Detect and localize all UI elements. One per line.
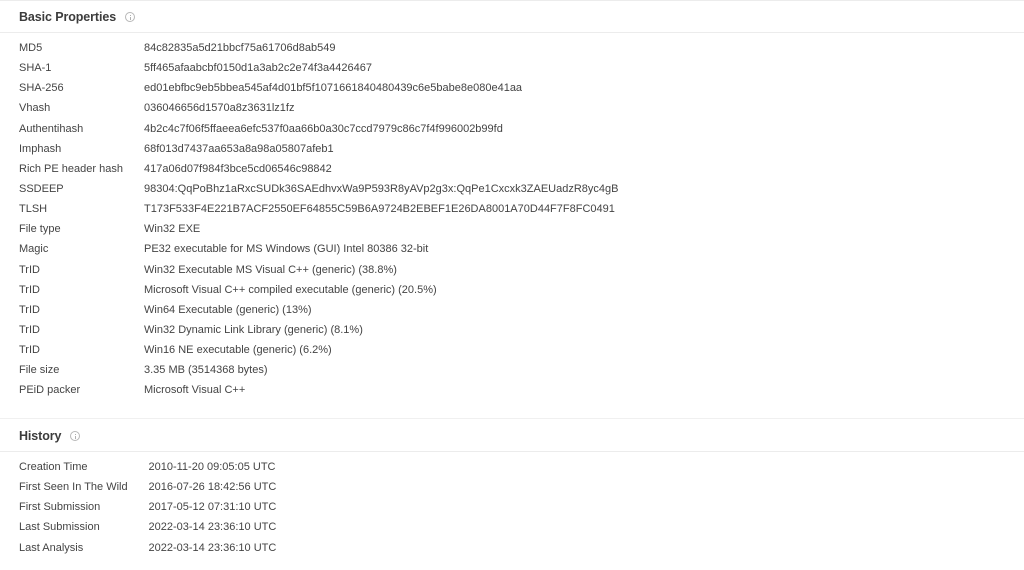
property-label: TrID xyxy=(19,303,40,316)
property-value: Win16 NE executable (generic) (6.2%) xyxy=(144,344,332,357)
property-value: 036046656d1570a8z3631lz1fz xyxy=(144,102,295,115)
property-label: SHA-256 xyxy=(19,82,64,95)
property-label: PEiD packer xyxy=(19,384,81,397)
property-value: ed01ebfbc9eb5bbea545af4d01bf5f1071661840… xyxy=(144,82,523,95)
property-label: Imphash xyxy=(19,142,62,155)
property-value: 84c82835a5d21bbcf75a61706d8ab549 xyxy=(144,42,336,55)
basic-properties-list: MD5 84c82835a5d21bbcf75a61706d8ab549 SHA-1… xyxy=(19,38,618,401)
property-row: First Submission 2017-05-12 07:31:10 UTC xyxy=(19,497,276,517)
property-row: TrID Win64 Executable (generic) (13%) xyxy=(19,300,618,320)
property-row: TrID Win16 NE executable (generic) (6.2%) xyxy=(19,340,618,360)
info-icon[interactable] xyxy=(70,431,81,441)
property-row: SSDEEP 98304:QqPoBhz1aRxcSUDk36SAEdhvxWa9… xyxy=(19,179,618,199)
property-label: SHA-1 xyxy=(19,62,52,75)
property-label: TrID xyxy=(19,283,40,296)
property-value: Win32 Executable MS Visual C++ (generic)… xyxy=(144,263,397,276)
property-row: MD5 84c82835a5d21bbcf75a61706d8ab549 xyxy=(19,38,618,58)
property-value: Win64 Executable (generic) (13%) xyxy=(144,303,312,316)
property-value: 2017-05-12 07:31:10 UTC xyxy=(148,501,277,514)
property-label: SSDEEP xyxy=(19,183,64,196)
property-label: Rich PE header hash xyxy=(19,162,123,175)
property-value: 5ff465afaabcbf0150d1a3ab2c2e74f3a4426467 xyxy=(144,62,372,75)
property-row: Vhash 036046656d1570a8z3631lz1fz xyxy=(19,98,618,118)
property-value: 4b2c4c7f06f5ffaeea6efc537f0aa66b0a30c7cc… xyxy=(144,122,503,135)
property-label: File size xyxy=(19,364,60,377)
info-icon[interactable] xyxy=(125,12,136,22)
property-row: Authentihash 4b2c4c7f06f5ffaeea6efc537f0a… xyxy=(19,119,618,139)
basic-properties-header: Basic Properties xyxy=(0,1,1024,33)
property-label: File type xyxy=(19,223,61,236)
property-label: Creation Time xyxy=(19,461,88,474)
property-label: Vhash xyxy=(19,102,51,115)
history-header: History xyxy=(0,420,1024,452)
property-row: First Seen In The Wild 2016-07-26 18:42:5… xyxy=(19,477,276,497)
property-value: Win32 EXE xyxy=(144,223,201,236)
property-label: First Seen In The Wild xyxy=(19,481,128,494)
property-value: 3.35 MB (3514368 bytes) xyxy=(144,364,268,377)
property-row: File type Win32 EXE xyxy=(19,219,618,239)
property-value: Microsoft Visual C++ compiled executable… xyxy=(144,283,437,296)
property-value: 2010-11-20 09:05:05 UTC xyxy=(148,461,276,474)
property-value: 68f013d7437aa653a8a98a05807afeb1 xyxy=(144,142,334,155)
basic-properties-title: Basic Properties xyxy=(19,9,117,24)
property-value: T173F533F4E221B7ACF2550EF64855C59B6A9724… xyxy=(144,203,615,216)
property-row: Last Submission 2022-03-14 23:36:10 UTC xyxy=(19,517,276,537)
property-row: Creation Time 2010-11-20 09:05:05 UTC xyxy=(19,457,276,477)
property-label: TLSH xyxy=(19,203,48,216)
property-value: 2016-07-26 18:42:56 UTC xyxy=(148,481,277,494)
property-row: Rich PE header hash 417a06d07f984f3bce5cd… xyxy=(19,159,618,179)
property-label: First Submission xyxy=(19,501,101,514)
property-label: TrID xyxy=(19,263,40,276)
section-divider xyxy=(0,418,1024,419)
history-list: Creation Time 2010-11-20 09:05:05 UTC Firs… xyxy=(19,457,276,558)
property-label: Magic xyxy=(19,243,49,256)
property-label: Last Analysis xyxy=(19,541,84,554)
property-label: TrID xyxy=(19,324,40,337)
property-value: Win32 Dynamic Link Library (generic) (8.… xyxy=(144,324,363,337)
property-label: Last Submission xyxy=(19,521,100,534)
property-value: 2022-03-14 23:36:10 UTC xyxy=(148,521,277,534)
property-value: PE32 executable for MS Windows (GUI) Int… xyxy=(144,243,429,256)
property-row: Imphash 68f013d7437aa653a8a98a05807afeb1 xyxy=(19,139,618,159)
property-row: TLSH T173F533F4E221B7ACF2550EF64855C59B6A… xyxy=(19,199,618,219)
property-row: Magic PE32 executable for MS Windows (GUI… xyxy=(19,239,618,259)
property-label: TrID xyxy=(19,344,40,357)
property-row: TrID Microsoft Visual C++ compiled execut… xyxy=(19,280,618,300)
property-row: TrID Win32 Dynamic Link Library (generic)… xyxy=(19,320,618,340)
property-label: MD5 xyxy=(19,42,43,55)
property-value: 417a06d07f984f3bce5cd06546c98842 xyxy=(144,162,332,175)
property-row: SHA-256 ed01ebfbc9eb5bbea545af4d01bf5f107… xyxy=(19,78,618,98)
property-value: 2022-03-14 23:36:10 UTC xyxy=(148,541,277,554)
property-value: Microsoft Visual C++ xyxy=(144,384,246,397)
property-row: SHA-1 5ff465afaabcbf0150d1a3ab2c2e74f3a44… xyxy=(19,58,618,78)
property-row: TrID Win32 Executable MS Visual C++ (gene… xyxy=(19,260,618,280)
property-row: PEiD packer Microsoft Visual C++ xyxy=(19,380,618,400)
property-label: Authentihash xyxy=(19,122,84,135)
history-title: History xyxy=(19,428,62,443)
property-value: 98304:QqPoBhz1aRxcSUDk36SAEdhvxWa9P593R8… xyxy=(144,183,619,196)
property-row: Last Analysis 2022-03-14 23:36:10 UTC xyxy=(19,538,276,558)
property-row: File size 3.35 MB (3514368 bytes) xyxy=(19,360,618,380)
